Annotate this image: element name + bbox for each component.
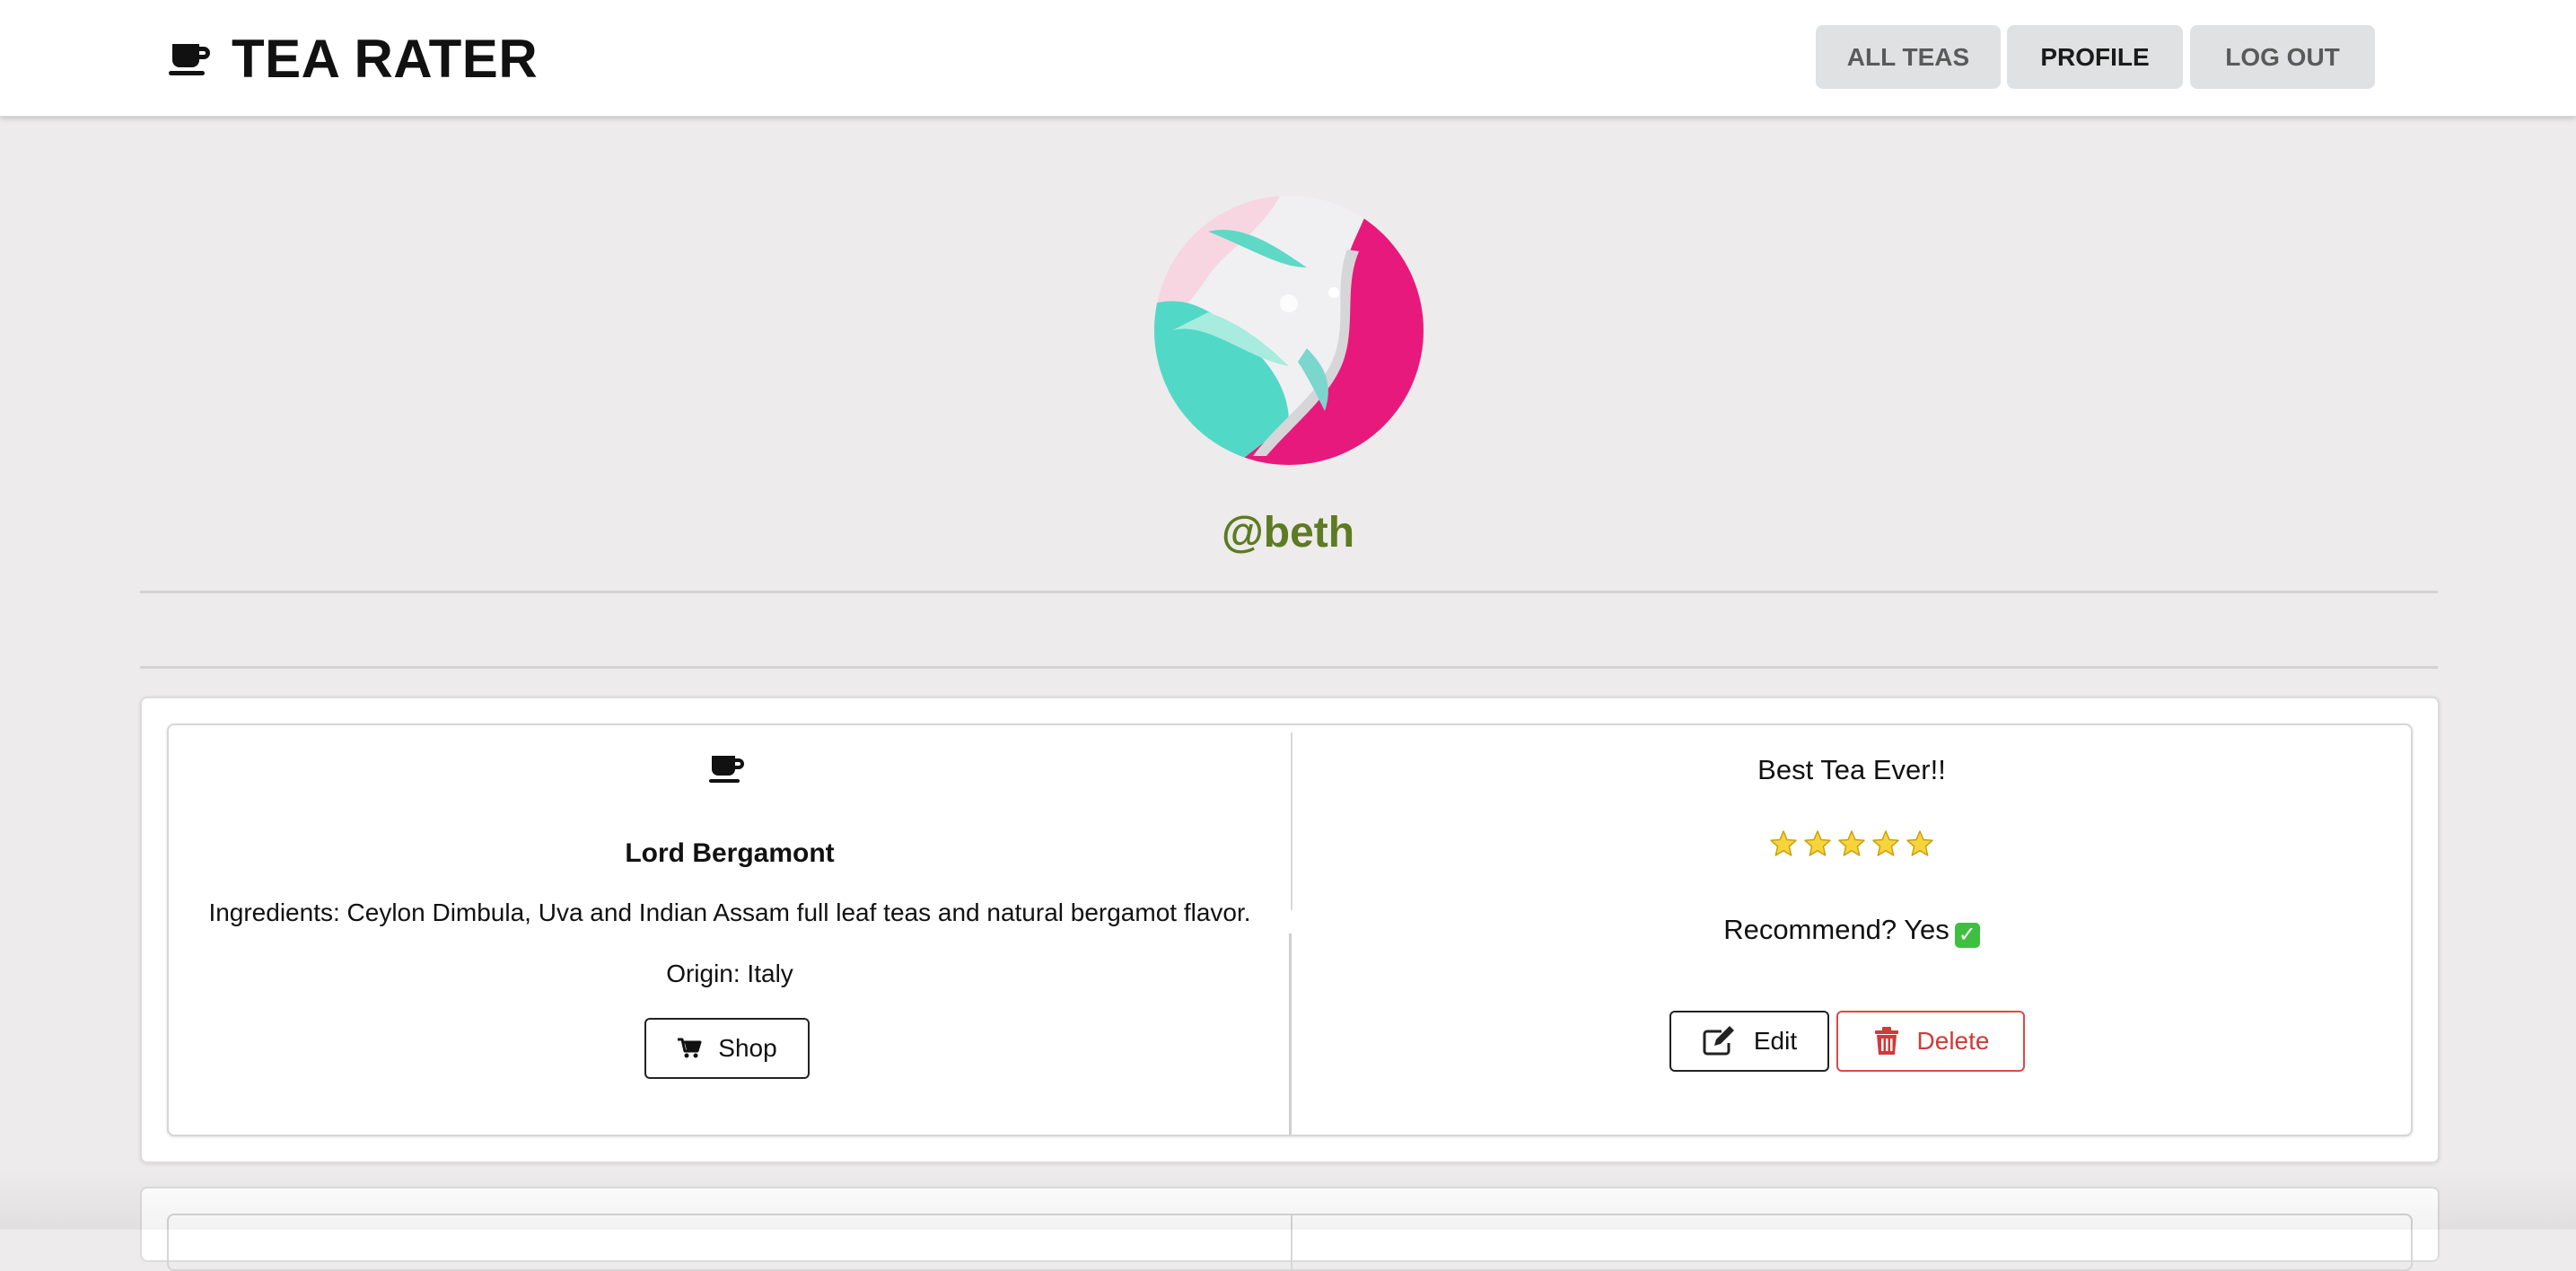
avatar-image bbox=[1154, 196, 1424, 465]
divider-top bbox=[140, 591, 2438, 593]
nav-log-out-label: LOG OUT bbox=[2225, 42, 2340, 71]
shop-button[interactable]: Shop bbox=[644, 1018, 810, 1079]
edit-button[interactable]: Edit bbox=[1669, 1011, 1829, 1072]
profile-username: @beth bbox=[1221, 509, 1355, 557]
star-icon bbox=[1804, 830, 1831, 856]
review-column: Best Tea Ever!! Recommend? Yes ✓ Edit De… bbox=[1292, 725, 2411, 1135]
edit-button-label: Edit bbox=[1753, 1027, 1798, 1055]
edit-icon bbox=[1703, 1026, 1734, 1056]
coffee-cup-icon bbox=[709, 756, 744, 783]
star-icon bbox=[1770, 830, 1797, 856]
review-title: Best Tea Ever!! bbox=[1757, 754, 1946, 785]
navbar: TEA RATER ALL TEAS PROFILE LOG OUT bbox=[0, 0, 2576, 117]
brand[interactable]: TEA RATER bbox=[167, 27, 538, 90]
cart-icon bbox=[678, 1038, 702, 1058]
divider-bottom bbox=[140, 666, 2438, 669]
nav-log-out-button[interactable]: LOG OUT bbox=[2190, 25, 2375, 89]
nav-profile-button[interactable]: PROFILE bbox=[2007, 25, 2183, 89]
recommend-status: Recommend? Yes ✓ bbox=[1292, 914, 2411, 948]
tea-origin: Origin: Italy bbox=[666, 960, 793, 987]
nav-all-teas-button[interactable]: ALL TEAS bbox=[1816, 25, 2001, 89]
check-mark-icon: ✓ bbox=[1954, 923, 1980, 948]
recommend-text: Recommend? Yes bbox=[1723, 914, 1950, 945]
delete-button-label: Delete bbox=[1916, 1027, 1990, 1055]
tea-ingredients: Ingredients: Ceylon Dimbula, Uva and Ind… bbox=[208, 898, 1251, 926]
column-divider-lower bbox=[1289, 934, 1292, 1135]
nav-all-teas-label: ALL TEAS bbox=[1846, 42, 1970, 71]
star-icon bbox=[1906, 830, 1933, 856]
delete-button[interactable]: Delete bbox=[1836, 1011, 2025, 1072]
coffee-cup-icon bbox=[169, 44, 210, 75]
column-divider bbox=[1291, 1215, 1292, 1269]
trash-icon bbox=[1874, 1027, 1898, 1055]
review-card bbox=[140, 1187, 2440, 1271]
review-card-inner bbox=[167, 1214, 2413, 1271]
avatar bbox=[1154, 196, 1424, 465]
shop-button-label: Shop bbox=[718, 1034, 777, 1062]
nav-profile-label: PROFILE bbox=[2040, 42, 2150, 71]
app-title: TEA RATER bbox=[232, 28, 539, 89]
review-card-inner: Lord Bergamont Ingredients: Ceylon Dimbu… bbox=[167, 723, 2413, 1136]
star-rating bbox=[1292, 829, 2411, 858]
tea-name: Lord Bergamont bbox=[625, 838, 835, 868]
tea-info-column: Lord Bergamont Ingredients: Ceylon Dimbu… bbox=[169, 725, 1291, 1135]
star-icon bbox=[1872, 830, 1899, 856]
review-card: Lord Bergamont Ingredients: Ceylon Dimbu… bbox=[140, 697, 2440, 1163]
star-icon bbox=[1838, 830, 1865, 856]
